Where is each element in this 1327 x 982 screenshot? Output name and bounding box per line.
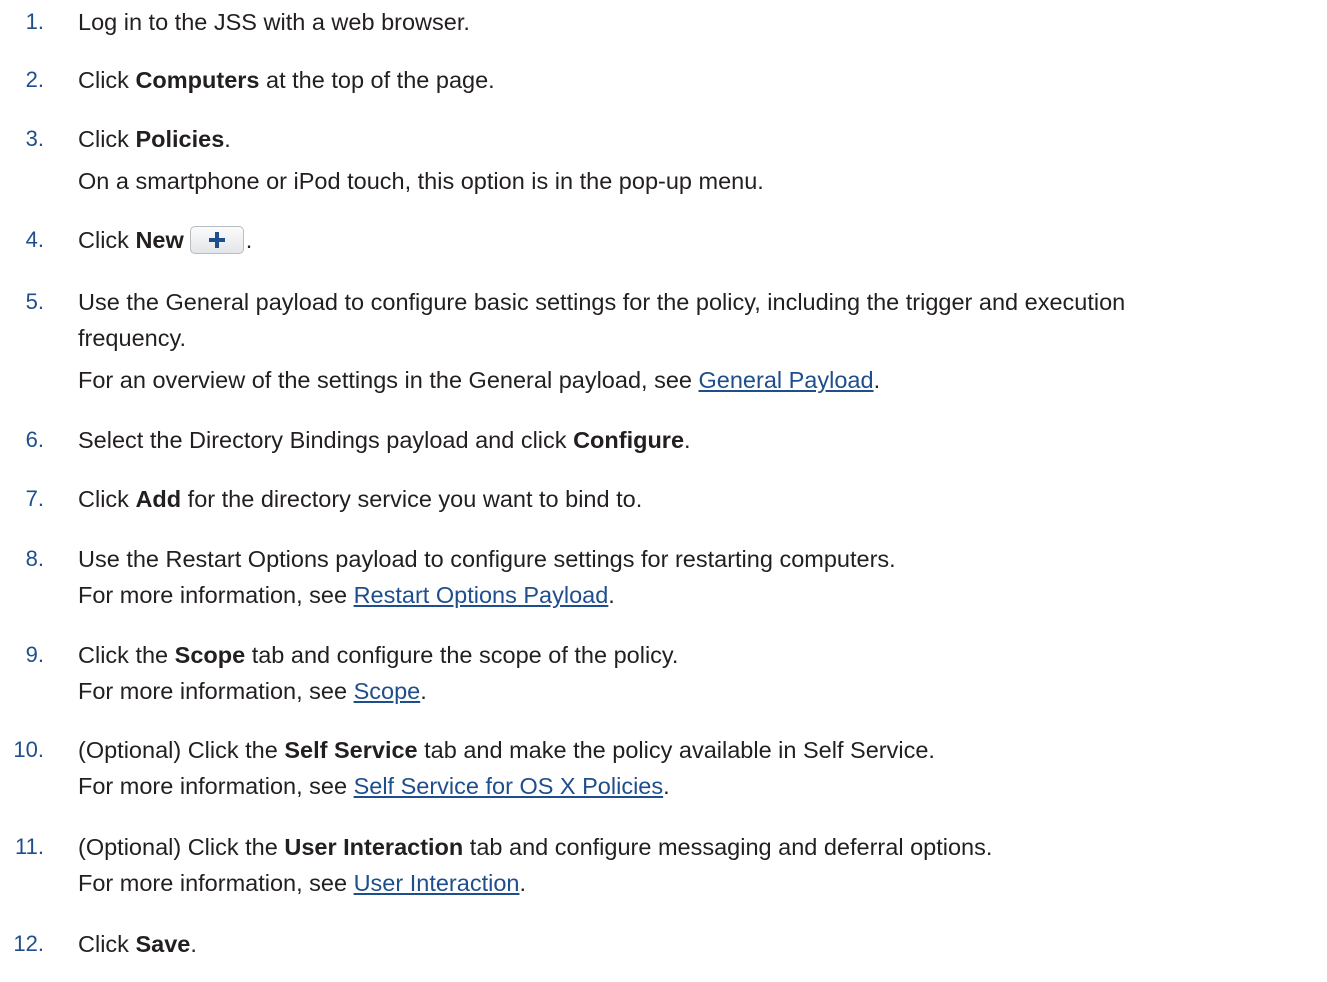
step-number: 8.: [25, 546, 44, 571]
user-interaction-link[interactable]: User Interaction: [354, 870, 520, 896]
step-text: Use the Restart Options payload to confi…: [78, 546, 896, 572]
step-note: For an overview of the settings in the G…: [78, 367, 699, 393]
step-text: Use the General payload to configure bas…: [78, 289, 1126, 315]
instruction-steps: 1. Log in to the JSS with a web browser.…: [0, 0, 1327, 982]
general-payload-link[interactable]: General Payload: [699, 367, 874, 393]
ui-term-new: New: [135, 227, 184, 253]
step-text: .: [190, 931, 197, 957]
step-number: 4.: [25, 227, 44, 252]
step-text: frequency.: [78, 325, 186, 351]
ui-term-policies: Policies: [135, 126, 225, 152]
plus-icon: [208, 231, 225, 248]
step-text: tab and configure the scope of the polic…: [245, 642, 679, 668]
step-text: Log in to the JSS with a web browser.: [78, 9, 470, 35]
step-text: (Optional) Click the: [78, 834, 285, 860]
step-text: Click: [78, 227, 136, 253]
step-number: 6.: [25, 427, 44, 452]
self-service-policies-link[interactable]: Self Service for OS X Policies: [354, 773, 664, 799]
step-note: .: [519, 870, 526, 896]
step-text: at the top of the page.: [259, 67, 495, 93]
step-text: Click the: [78, 642, 175, 668]
step-text: .: [684, 427, 691, 453]
step-note: .: [420, 678, 427, 704]
step-note: .: [873, 367, 881, 393]
restart-options-payload-link[interactable]: Restart Options Payload: [354, 582, 609, 608]
ui-term-scope: Scope: [174, 642, 246, 668]
step-note: For more information, see: [78, 582, 354, 608]
step-note: For more information, see: [78, 870, 354, 896]
step-note: For more information, see: [78, 678, 354, 704]
step-text: Select the Directory Bindings payload an…: [78, 427, 574, 453]
step-text: Click: [78, 67, 136, 93]
ui-term-configure: Configure: [573, 427, 685, 453]
ui-term-computers: Computers: [135, 67, 260, 93]
step-number: 11.: [15, 834, 44, 859]
step-text: tab and configure messaging and deferral…: [463, 834, 993, 860]
step-text: (Optional) Click the: [78, 737, 285, 763]
step-note: For more information, see: [78, 773, 354, 799]
step-number: 12.: [13, 931, 44, 956]
step-text: Click: [78, 126, 136, 152]
scope-link[interactable]: Scope: [354, 678, 421, 704]
step-text: Click: [78, 486, 136, 512]
step-text: tab and make the policy available in Sel…: [417, 737, 935, 763]
step-number: 10.: [13, 737, 44, 762]
ui-term-self-service: Self Service: [284, 737, 418, 763]
step-note: .: [608, 582, 615, 608]
step-number: 1.: [25, 9, 44, 34]
step-number: 9.: [25, 642, 44, 667]
step-text: for the directory service you want to bi…: [181, 486, 643, 512]
step-text: Click: [78, 931, 136, 957]
ui-term-save: Save: [135, 931, 191, 957]
new-button: [189, 225, 244, 254]
step-number: 7.: [25, 486, 44, 511]
step-note: .: [663, 773, 670, 799]
step-number: 3.: [25, 126, 44, 151]
step-text: .: [224, 126, 231, 152]
ui-term-user-interaction: User Interaction: [284, 834, 464, 860]
ui-term-add: Add: [135, 486, 182, 512]
step-number: 2.: [25, 67, 44, 92]
step-text: .: [245, 227, 253, 253]
step-number: 5.: [25, 289, 44, 314]
step-note: On a smartphone or iPod touch, this opti…: [78, 168, 764, 194]
